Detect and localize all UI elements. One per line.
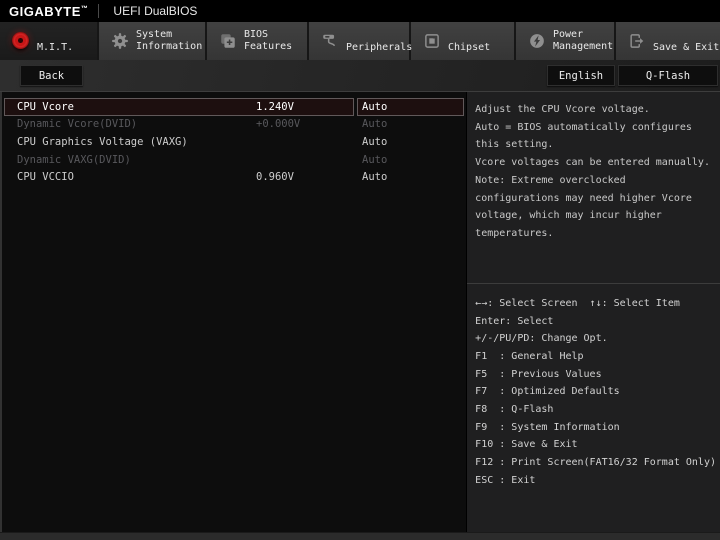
shortcut-line: F7 : Optimized Defaults [475, 386, 620, 398]
tab-chipset[interactable]: Chipset [411, 22, 514, 60]
tab-label: System Information [136, 29, 203, 52]
help-panel: Adjust the CPU Vcore voltage. Auto = BIO… [466, 92, 720, 532]
shortcut-line: ←→: Select Screen ↑↓: Select Item [475, 298, 680, 309]
help-line: Adjust the CPU Vcore voltage. [475, 104, 650, 115]
setting-name: CPU VCCIO [17, 171, 74, 184]
tab-label: BIOS Features [244, 29, 293, 52]
setting-name: Dynamic VAXG(DVID) [17, 153, 131, 166]
shortcut-line: F8 : Q-Flash [475, 403, 554, 415]
language-button[interactable]: English [547, 65, 615, 86]
bios-features-icon [219, 32, 237, 50]
toolbar: Back English Q-Flash [0, 60, 720, 91]
shortcut-line: F5 : Previous Values [475, 368, 602, 380]
tab-save-exit[interactable]: Save & Exit [616, 22, 720, 60]
shortcut-line: F9 : System Information [475, 421, 620, 433]
setting-option: Auto [362, 135, 388, 148]
gear-icon [111, 32, 129, 50]
shortcut-line: Enter: Select [475, 315, 554, 327]
help-line: this setting. [475, 139, 554, 151]
setting-row-dynamic-vaxg: Dynamic VAXG(DVID) Auto [2, 151, 466, 169]
save-exit-icon [628, 32, 646, 50]
help-line: Auto = BIOS automatically configures [475, 121, 692, 133]
shortcut-line: F1 : General Help [475, 350, 584, 362]
tab-bar: M.I.T. System Information BIOS Features … [0, 22, 720, 60]
tab-label: Peripherals [346, 42, 413, 53]
firmware-title: UEFI DualBIOS [113, 4, 198, 18]
content-area: CPU Vcore 1.240V Auto Dynamic Vcore(DVID… [0, 91, 720, 532]
bios-screen: GIGABYTE™ UEFI DualBIOS M.I.T. System In… [0, 0, 720, 540]
setting-value: 0.960V [256, 171, 294, 184]
keyboard-shortcuts: ←→: Select Screen ↑↓: Select Item Enter:… [467, 284, 720, 489]
settings-panel: CPU Vcore 1.240V Auto Dynamic Vcore(DVID… [0, 92, 467, 532]
tab-mit[interactable]: M.I.T. [0, 22, 97, 60]
tab-label: M.I.T. [37, 42, 74, 53]
back-button[interactable]: Back [20, 65, 83, 86]
setting-row-dynamic-vcore: Dynamic Vcore(DVID) +0.000V Auto [2, 116, 466, 134]
tab-system-information[interactable]: System Information [99, 22, 205, 60]
help-line: configurations may need higher Vcore [475, 192, 692, 204]
setting-row-cpu-vcore[interactable]: CPU Vcore 1.240V Auto [2, 98, 466, 116]
setting-row-cpu-graphics-voltage[interactable]: CPU Graphics Voltage (VAXG) Auto [2, 133, 466, 151]
peripherals-icon [321, 32, 339, 50]
mit-disc-icon [12, 32, 30, 50]
setting-value: 1.240V [256, 100, 294, 113]
help-line: temperatures. [475, 227, 554, 239]
tab-label: Power Management [553, 29, 614, 52]
tab-peripherals[interactable]: Peripherals [309, 22, 413, 60]
setting-name: CPU Graphics Voltage (VAXG) [17, 135, 188, 148]
trademark-mark: ™ [80, 5, 89, 13]
setting-row-cpu-vccio[interactable]: CPU VCCIO 0.960V Auto [2, 168, 466, 186]
shortcut-line: F10 : Save & Exit [475, 439, 578, 451]
setting-option: Auto [362, 153, 388, 166]
setting-name: CPU Vcore [17, 100, 74, 113]
tab-label: Save & Exit [653, 42, 720, 53]
help-text: Adjust the CPU Vcore voltage. Auto = BIO… [467, 92, 720, 284]
gigabyte-logo: GIGABYTE™ [9, 3, 89, 19]
chipset-icon [423, 32, 441, 50]
tab-power-management[interactable]: Power Management [516, 22, 614, 60]
qflash-button[interactable]: Q-Flash [618, 65, 718, 86]
tab-bios-features[interactable]: BIOS Features [207, 22, 307, 60]
setting-value: +0.000V [256, 118, 301, 131]
bottom-strip [0, 532, 720, 540]
help-line: Note: Extreme overclocked [475, 174, 626, 186]
help-line: voltage, which may incur higher [475, 210, 662, 222]
tab-label: Chipset [448, 42, 491, 53]
help-line: Vcore voltages can be entered manually. [475, 157, 710, 169]
setting-option: Auto [362, 118, 388, 131]
shortcut-line: ESC : Exit [475, 474, 536, 486]
top-header-bar: GIGABYTE™ UEFI DualBIOS [0, 0, 720, 22]
shortcut-line: F12 : Print Screen(FAT16/32 Format Only) [475, 456, 716, 468]
power-icon [528, 32, 546, 50]
setting-name: Dynamic Vcore(DVID) [17, 118, 138, 131]
shortcut-line: +/-/PU/PD: Change Opt. [475, 333, 608, 345]
setting-option: Auto [362, 100, 388, 113]
setting-option: Auto [362, 171, 388, 184]
